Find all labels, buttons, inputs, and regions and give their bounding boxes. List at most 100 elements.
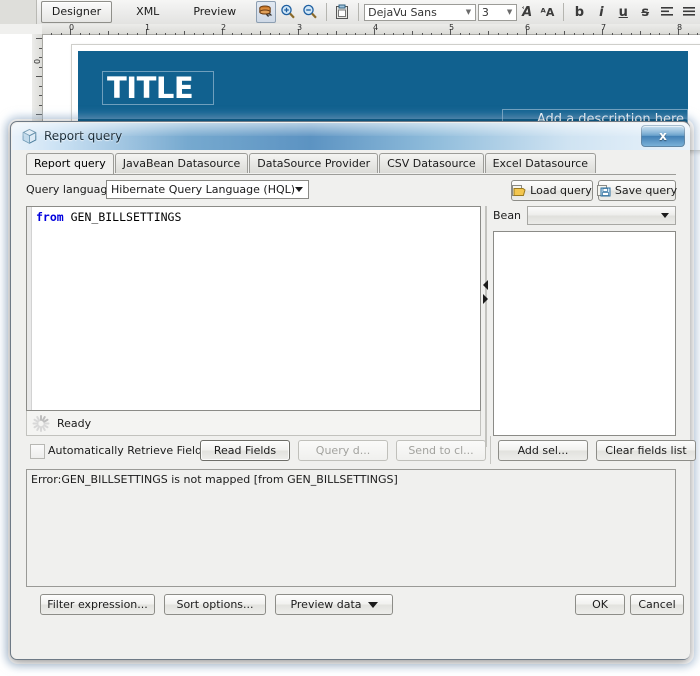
preview-data-label: Preview data	[290, 598, 362, 611]
action-row-divider	[490, 436, 491, 464]
filter-expression-button[interactable]: Filter expression...	[40, 594, 155, 615]
ruler-label: 4	[373, 23, 379, 32]
decrease-font-icon[interactable]: ᴬA	[538, 1, 556, 23]
splitter-bar	[485, 206, 487, 447]
bean-select[interactable]	[527, 206, 676, 225]
ruler-label: 2	[221, 23, 227, 32]
ruler-label: 6	[525, 23, 531, 32]
bold-button[interactable]: b	[569, 1, 589, 23]
tab-datasource-provider[interactable]: DataSource Provider	[249, 153, 379, 173]
folder-open-icon	[512, 184, 526, 197]
font-size-select[interactable]: 3 ▼	[477, 3, 518, 21]
ruler-label: 3	[297, 23, 303, 32]
tab-excel-datasource[interactable]: Excel Datasource	[484, 153, 597, 173]
report-query-panel: Query language Hibernate Query Language …	[26, 174, 696, 632]
save-query-label: Save query	[614, 184, 678, 197]
vertical-ruler-label: 0	[33, 58, 42, 64]
cancel-button[interactable]: Cancel	[630, 594, 684, 615]
query-keyword: from	[36, 210, 64, 224]
clear-fields-list-button[interactable]: Clear fields list	[596, 440, 696, 461]
view-tab-preview[interactable]: Preview	[183, 2, 246, 22]
font-family-value: DejaVu Sans	[368, 5, 437, 19]
toolbar-divider-1	[325, 3, 327, 21]
query-language-select[interactable]: Hibernate Query Language (HQL)	[106, 180, 309, 199]
chevron-down-icon	[367, 601, 378, 608]
close-icon[interactable]: x	[641, 125, 685, 147]
query-language-value: Hibernate Query Language (HQL)	[111, 183, 296, 196]
dialog-body: Report query JavaBean Datasource DataSou…	[12, 150, 696, 659]
query-body: GEN_BILLSETTINGS	[63, 210, 182, 224]
report-query-dialog: Report query x Report query JavaBean Dat…	[10, 121, 696, 660]
ruler-label: 7	[601, 23, 607, 32]
dialog-titlebar[interactable]: Report query x	[12, 123, 690, 150]
editor-gutter	[27, 207, 32, 410]
designer-toolbar: Designer XML Preview DejaVu Sans ▼ 3 ▼ ᷾…	[0, 0, 700, 25]
load-query-button[interactable]: Load query	[511, 180, 593, 201]
horizontal-ruler-labels: 0 1 2 3 4 5 6 7 8	[42, 23, 700, 35]
chevron-down-icon: ▼	[506, 8, 513, 16]
add-selected-button[interactable]: Add sel...	[498, 440, 588, 461]
view-tab-xml[interactable]: XML	[126, 2, 169, 22]
spinner-icon	[31, 414, 50, 433]
strikethrough-button[interactable]: s	[635, 1, 655, 23]
splitter-collapse-left-icon[interactable]	[483, 280, 488, 290]
preview-data-button[interactable]: Preview data	[275, 594, 393, 615]
toolbar-left-gutter	[0, 0, 37, 24]
tab-csv-datasource[interactable]: CSV Datasource	[379, 153, 484, 173]
report-preview-icon[interactable]	[255, 1, 276, 23]
font-size-value: 3	[481, 5, 489, 19]
query-designer-button: Query d...	[298, 440, 388, 461]
error-panel: Error:GEN_BILLSETTINGS is not mapped [fr…	[26, 469, 676, 587]
action-row: Automatically Retrieve Fields Read Field…	[26, 440, 696, 462]
ruler-label: 5	[449, 23, 455, 32]
fields-list[interactable]	[493, 231, 676, 436]
font-family-select[interactable]: DejaVu Sans ▼	[364, 3, 476, 21]
ruler-label: 1	[145, 23, 151, 32]
ruler-label: 0	[69, 23, 75, 32]
zoom-out-icon[interactable]	[300, 1, 320, 23]
status-text: Ready	[57, 416, 92, 430]
tab-javabean-datasource[interactable]: JavaBean Datasource	[114, 153, 249, 173]
align-left-icon[interactable]	[657, 1, 677, 23]
load-query-label: Load query	[530, 184, 592, 197]
chevron-down-icon: ▼	[465, 8, 472, 16]
underline-button[interactable]: u	[613, 1, 633, 23]
sort-options-button[interactable]: Sort options...	[164, 594, 266, 615]
query-text: from GEN_BILLSETTINGS	[36, 210, 181, 224]
chevron-down-icon	[295, 187, 303, 192]
italic-button[interactable]: i	[591, 1, 611, 23]
zoom-in-icon[interactable]	[278, 1, 298, 23]
report-title-element[interactable]: TITLE	[102, 71, 214, 105]
error-message: Error:GEN_BILLSETTINGS is not mapped [fr…	[31, 473, 398, 486]
panel-splitter[interactable]	[482, 206, 490, 447]
query-language-label: Query language	[26, 183, 115, 196]
floppy-save-icon	[596, 184, 611, 197]
read-fields-button[interactable]: Read Fields	[200, 440, 290, 461]
send-to-clipboard-button: Send to cl...	[396, 440, 486, 461]
ruler-label: 8	[677, 23, 683, 32]
ruler-corner	[0, 24, 42, 34]
chevron-down-icon	[661, 213, 669, 218]
query-editor[interactable]: from GEN_BILLSETTINGS	[26, 206, 481, 411]
dialog-tabstrip: Report query JavaBean Datasource DataSou…	[26, 153, 676, 175]
status-bar: Ready	[26, 411, 481, 436]
tab-report-query[interactable]: Report query	[26, 153, 114, 174]
toolbar-divider-3	[562, 3, 564, 21]
align-justify-icon[interactable]	[679, 1, 699, 23]
auto-retrieve-checkbox[interactable]	[30, 444, 45, 459]
bean-label: Bean	[493, 209, 522, 222]
bean-row: Bean	[493, 206, 676, 226]
splitter-collapse-right-icon[interactable]	[483, 294, 488, 304]
cube-icon	[21, 128, 38, 145]
view-tab-designer[interactable]: Designer	[40, 1, 113, 23]
ok-button[interactable]: OK	[575, 594, 625, 615]
save-query-button[interactable]: Save query	[596, 180, 678, 201]
increase-font-icon[interactable]: ᷾A	[518, 1, 536, 23]
dialog-button-row: Filter expression... Sort options... Pre…	[26, 594, 684, 616]
toolbar-divider-2	[358, 3, 360, 21]
screen: Designer XML Preview DejaVu Sans ▼ 3 ▼ ᷾…	[0, 0, 700, 676]
auto-retrieve-label: Automatically Retrieve Fields	[48, 444, 208, 457]
query-language-row: Query language Hibernate Query Language …	[26, 180, 678, 201]
dialog-title: Report query	[44, 129, 123, 143]
clipboard-paste-icon[interactable]	[332, 1, 352, 23]
